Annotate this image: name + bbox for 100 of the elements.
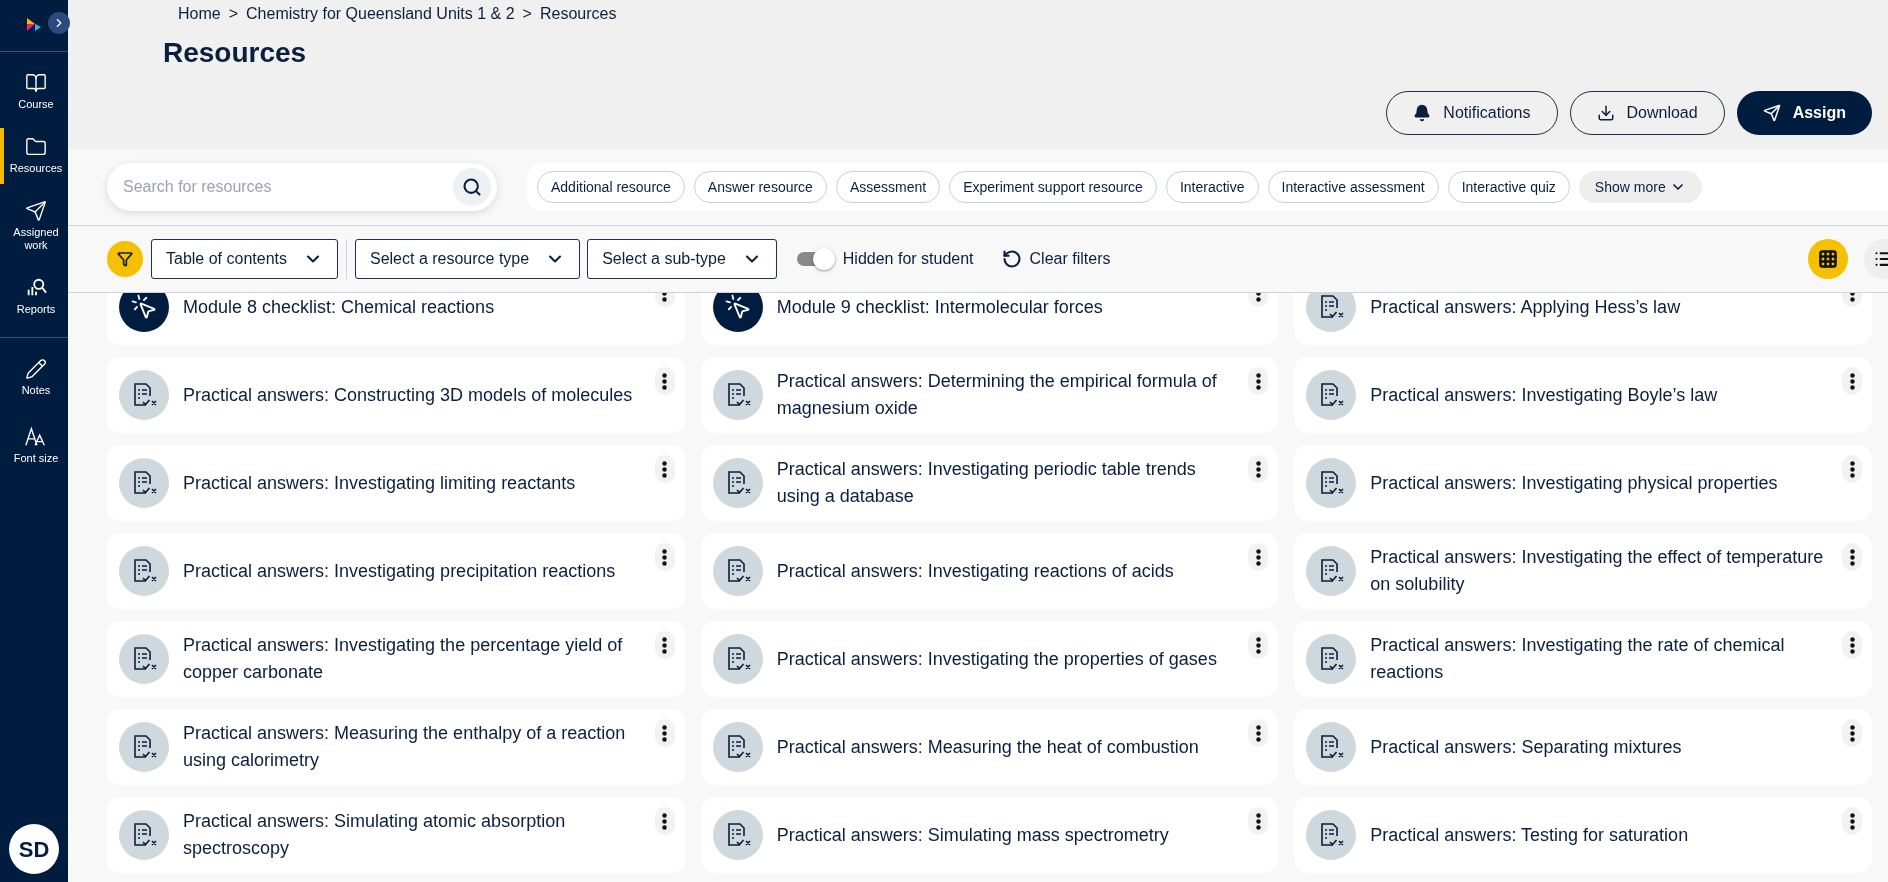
card-title: Practical answers: Investigating Boyle’s law (1370, 383, 1718, 407)
more-icon (1849, 724, 1855, 742)
sidebar-item[interactable]: Font size (0, 417, 68, 474)
dropdown[interactable]: Select a resource type (354, 239, 581, 279)
paper-plane-icon (1762, 104, 1781, 122)
card-title: Practical answers: Investigating the percentage yield of copper carbonate (183, 634, 624, 684)
more-options-button[interactable] (654, 631, 675, 659)
more-options-button[interactable] (1842, 367, 1862, 395)
more-icon (1255, 460, 1261, 478)
filter-button[interactable] (107, 241, 143, 277)
resource-card[interactable]: Practical answers: Investigating the rate of chemical reactions (1294, 621, 1872, 697)
resource-card[interactable]: Practical answers: Investigating the percentage yield of copper carbonate (107, 621, 685, 697)
more-options-button[interactable] (1248, 367, 1269, 395)
more-icon (1255, 548, 1261, 566)
resource-card[interactable]: Practical answers: Simulating atomic absorption spectroscopy (107, 797, 685, 873)
more-icon (1255, 372, 1261, 390)
dropdown[interactable]: Select a sub-type (587, 239, 777, 279)
resource-card[interactable]: Practical answers: Simulating mass spectrometry (700, 797, 1279, 873)
card-title: Practical answers: Investigating the rate of chemical reactions (1370, 634, 1786, 684)
more-icon (662, 724, 668, 742)
page-title: Resources (163, 36, 308, 70)
breadcrumb-separator: > (228, 4, 239, 24)
sidebar-item[interactable]: Course (0, 64, 68, 120)
card-title: Practical answers: Separating mixtures (1370, 735, 1682, 759)
resource-card[interactable]: Practical answers: Investigating reactions of acids (700, 533, 1279, 609)
more-icon (662, 372, 668, 390)
expand-button[interactable] (48, 12, 70, 34)
more-options-button[interactable] (654, 719, 675, 747)
more-options-button[interactable] (654, 367, 675, 395)
resource-card[interactable]: Practical answers: Investigating limiting reactants (107, 445, 685, 521)
toggle-label: Hidden for student (842, 249, 974, 269)
resource-card[interactable]: Practical answers: Separating mixtures (1294, 709, 1872, 785)
resource-card[interactable]: Practical answers: Measuring the enthalpy of a reaction using calorimetry (107, 709, 685, 785)
more-icon (662, 460, 668, 478)
card-title: Module 9 checklist: Intermolecular forces (776, 295, 1103, 319)
sidebar-item[interactable]: Assigned work (0, 191, 68, 261)
resource-card[interactable]: Practical answers: Investigating the effect of temperature on solubility (1294, 533, 1872, 609)
pencil-icon (25, 357, 47, 380)
more-options-button[interactable] (1248, 543, 1269, 571)
resource-card[interactable]: Practical answers: Measuring the heat of combustion (700, 709, 1279, 785)
resource-card[interactable]: Practical answers: Investigating periodic table trends using a database (700, 445, 1279, 521)
more-options-button[interactable] (654, 807, 675, 835)
filter-icon (117, 251, 133, 267)
more-options-button[interactable] (1842, 719, 1862, 747)
clear-filters-button[interactable]: Clear filters (1001, 247, 1111, 271)
resource-card[interactable]: Practical answers: Investigating the properties of gases (700, 621, 1279, 697)
resource-card[interactable]: Module 8 checklist: Chemical reactions (107, 293, 685, 345)
more-options-button[interactable] (1248, 807, 1269, 835)
more-icon (662, 636, 668, 654)
grid-icon (1818, 249, 1838, 269)
more-icon (1255, 636, 1261, 654)
resource-card[interactable]: Practical answers: Constructing 3D models of molecules (107, 357, 685, 433)
sidebar-item[interactable]: Notes (0, 349, 68, 406)
resource-card[interactable]: Practical answers: Investigating physical properties (1294, 445, 1872, 521)
bell-icon (1413, 104, 1432, 122)
paper-plane-icon (25, 199, 47, 222)
card-title: Practical answers: Investigating reactions of acids (776, 559, 1174, 583)
breadcrumb-link[interactable]: Chemistry for Queensland Units 1 & 2 (246, 2, 515, 26)
more-options-button[interactable] (1248, 455, 1269, 483)
more-icon (1849, 548, 1855, 566)
search-field[interactable]: Search for resources (107, 163, 497, 211)
breadcrumb-current: Resources (539, 4, 617, 24)
user-avatar[interactable]: SD (9, 824, 59, 874)
card-title: Practical answers: Investigating physical properties (1370, 471, 1778, 495)
more-options-button[interactable] (1842, 807, 1862, 835)
list-icon (1874, 249, 1888, 269)
resource-card[interactable]: Practical answers: Determining the empirical formula of magnesium oxide (700, 357, 1279, 433)
dropdown[interactable]: Table of contents (151, 239, 338, 279)
card-title: Practical answers: Investigating precipitation reactions (183, 559, 616, 583)
resource-card[interactable]: Practical answers: Investigating Boyle’s law (1294, 357, 1872, 433)
card-title: Practical answers: Simulating mass spectrometry (776, 823, 1169, 847)
more-options-button[interactable] (1248, 631, 1269, 659)
card-title: Practical answers: Constructing 3D models of molecules (183, 383, 633, 407)
book-icon (25, 72, 47, 94)
more-options-button[interactable] (1842, 455, 1862, 483)
assign-button[interactable]: Assign (1736, 91, 1872, 135)
more-icon (1255, 724, 1261, 742)
resource-card[interactable]: Practical answers: Investigating precipitation reactions (107, 533, 685, 609)
more-icon (1849, 372, 1855, 390)
resource-card[interactable]: Practical answers: Applying Hess’s law (1294, 293, 1872, 345)
more-options-button[interactable] (1842, 543, 1862, 571)
more-icon (1255, 812, 1261, 830)
more-options-button[interactable] (654, 455, 675, 483)
sidebar-item[interactable]: Reports (0, 269, 68, 325)
more-options-button[interactable] (1842, 631, 1862, 659)
resource-card[interactable]: Module 9 checklist: Intermolecular forces (700, 293, 1279, 345)
show-more-button[interactable]: Show more (1578, 171, 1702, 203)
reset-icon (1001, 249, 1022, 269)
card-title: Practical answers: Investigating the effect of temperature on solubility (1370, 546, 1825, 596)
more-options-button[interactable] (654, 543, 675, 571)
more-icon (662, 548, 668, 566)
breadcrumb-link[interactable]: Home (178, 2, 221, 26)
grid-view-button[interactable] (1808, 239, 1848, 279)
resource-card[interactable]: Practical answers: Testing for saturation (1294, 797, 1872, 873)
more-icon (662, 812, 668, 830)
folder-icon (25, 135, 47, 158)
breadcrumb-separator: > (522, 4, 532, 24)
search-icon (462, 177, 482, 197)
more-icon (1849, 636, 1855, 654)
more-options-button[interactable] (1248, 719, 1269, 747)
